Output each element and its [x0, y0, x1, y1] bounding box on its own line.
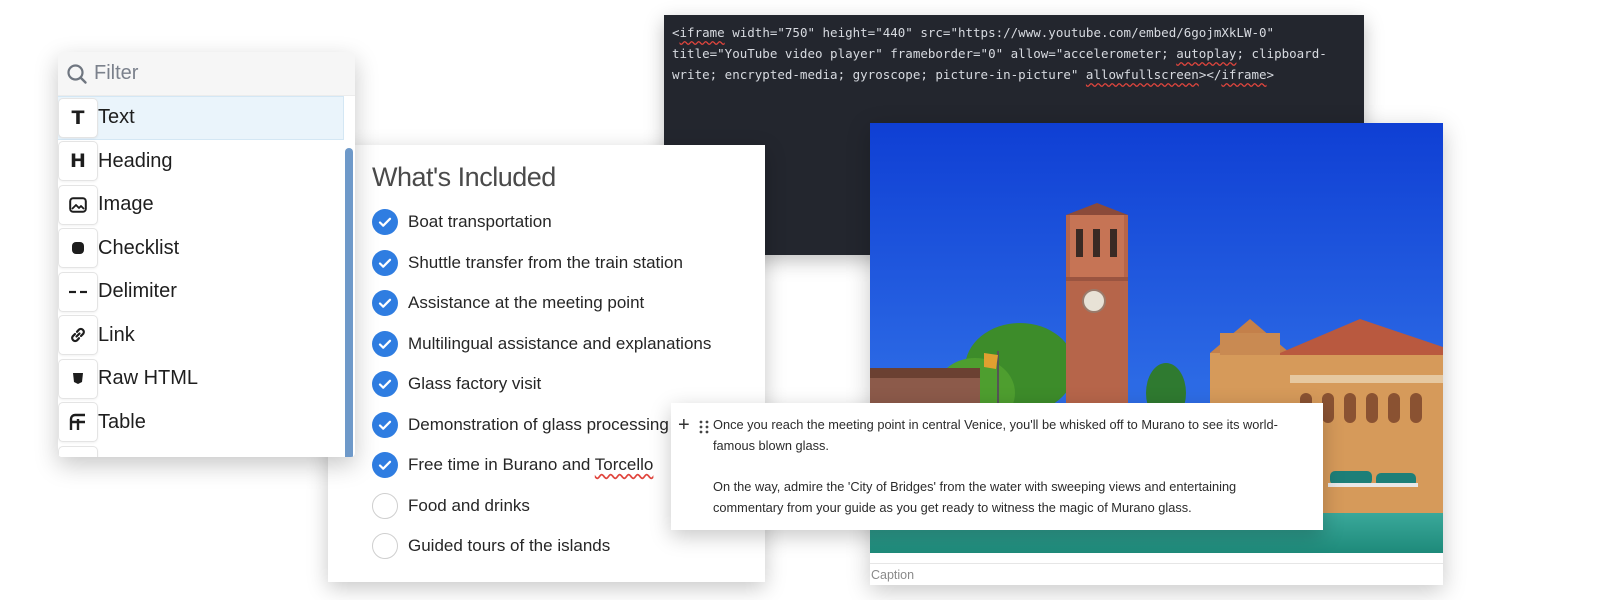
paragraph-text[interactable]: Once you reach the meeting point in cent… [713, 414, 1303, 456]
checklist-item-label[interactable]: Shuttle transfer from the train station [408, 253, 683, 273]
checkbox-checked-icon[interactable] [372, 209, 398, 236]
filter-row [58, 52, 355, 96]
html-icon [58, 358, 98, 399]
checklist-item-label[interactable]: Guided tours of the islands [408, 536, 610, 556]
checklist-item[interactable]: Guided tours of the islands [372, 526, 765, 567]
checklist-item-label[interactable]: Demonstration of glass processing [408, 415, 669, 435]
tool-label: Delimiter [98, 280, 177, 303]
checklist-item[interactable]: Multilingual assistance and explanations [372, 324, 765, 365]
heading-icon: H [58, 141, 98, 182]
block-toolbox-menu: T Text H Heading Image Checklist Delimit… [58, 52, 355, 457]
checklist-item-label[interactable]: Multilingual assistance and explanations [408, 334, 711, 354]
tool-item-image[interactable]: Image [58, 183, 344, 227]
checkbox-checked-icon[interactable] [372, 290, 398, 317]
tool-list: T Text H Heading Image Checklist Delimit… [58, 96, 344, 457]
tool-item-partial[interactable] [58, 444, 344, 457]
tool-label: Table [98, 410, 146, 433]
more-tools-icon [58, 445, 98, 457]
filter-input[interactable] [94, 62, 314, 85]
tool-item-link[interactable]: Link [58, 314, 344, 358]
tool-label: Checklist [98, 236, 180, 259]
checklist-icon [58, 228, 98, 269]
checkbox-unchecked-icon[interactable] [372, 492, 398, 519]
checklist-item-label[interactable]: Glass factory visit [408, 374, 541, 394]
checkbox-checked-icon[interactable] [372, 411, 398, 438]
checkbox-checked-icon[interactable] [372, 452, 398, 479]
tool-item-delimiter[interactable]: Delimiter [58, 270, 344, 314]
checklist-item[interactable]: Shuttle transfer from the train station [372, 243, 765, 284]
tool-item-text[interactable]: T Text [58, 96, 344, 140]
checklist-item[interactable]: Boat transportation [372, 202, 765, 243]
tool-label: Text [98, 106, 135, 129]
image-icon [58, 184, 98, 225]
text-icon: T [58, 97, 98, 138]
code-text: <iframe width="750" height="440" src="ht… [672, 25, 1327, 82]
link-icon [58, 315, 98, 356]
tool-label: Heading [98, 149, 173, 172]
search-icon [67, 63, 87, 84]
toolbox-scrollbar[interactable] [345, 148, 353, 457]
checkbox-checked-icon[interactable] [372, 371, 398, 398]
caption-input[interactable]: Caption [870, 563, 1443, 585]
table-icon [58, 402, 98, 443]
tool-item-checklist[interactable]: Checklist [58, 227, 344, 271]
checklist-item[interactable]: Glass factory visit [372, 364, 765, 405]
checkbox-checked-icon[interactable] [372, 330, 398, 357]
tool-label: Image [98, 193, 154, 216]
checklist-item[interactable]: Assistance at the meeting point [372, 283, 765, 324]
checklist-item-label[interactable]: Assistance at the meeting point [408, 293, 644, 313]
checklist-item-label[interactable]: Free time in Burano and Torcello [408, 455, 653, 475]
checklist-title[interactable]: What's Included [372, 155, 765, 199]
checklist-item-label[interactable]: Boat transportation [408, 212, 552, 232]
tool-label: Link [98, 323, 135, 346]
checkbox-checked-icon[interactable] [372, 249, 398, 276]
add-block-icon[interactable]: + [678, 415, 690, 435]
paragraph-text[interactable]: On the way, admire the 'City of Bridges'… [713, 476, 1303, 518]
delimiter-icon [58, 271, 98, 312]
checklist-item-label[interactable]: Food and drinks [408, 496, 530, 516]
drag-handle-icon[interactable] [699, 420, 709, 434]
tool-item-raw-html[interactable]: Raw HTML [58, 357, 344, 401]
tool-item-table[interactable]: Table [58, 401, 344, 445]
tool-item-heading[interactable]: H Heading [58, 140, 344, 184]
tool-label: Raw HTML [98, 367, 199, 390]
paragraph-block[interactable]: + Once you reach the meeting point in ce… [671, 403, 1323, 530]
checkbox-unchecked-icon[interactable] [372, 533, 398, 560]
